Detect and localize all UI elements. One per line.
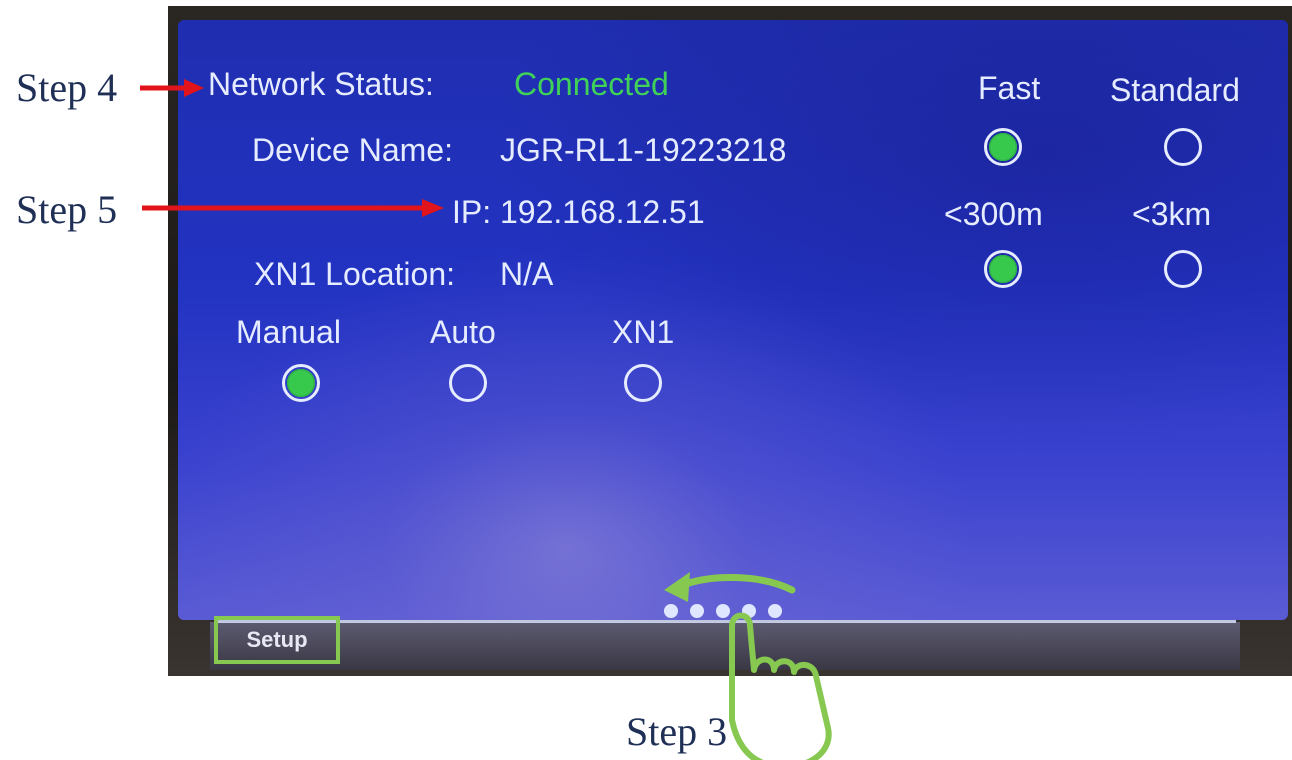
setup-tab-button[interactable]: Setup bbox=[214, 616, 340, 664]
xn1-option-label: XN1 bbox=[612, 314, 675, 350]
device-screen bbox=[178, 20, 1288, 620]
step-4-label: Step 4 bbox=[16, 65, 118, 110]
short-range-radio[interactable] bbox=[984, 250, 1022, 288]
network-status-label: Network Status: bbox=[208, 66, 434, 102]
long-range-option-label: <3km bbox=[1132, 196, 1212, 232]
ip-value: 192.168.12.51 bbox=[500, 194, 705, 230]
swipe-gesture-icon bbox=[664, 572, 832, 760]
device-name-label: Device Name: bbox=[252, 132, 453, 168]
xn1-location-value: N/A bbox=[500, 256, 554, 292]
short-range-option-label: <300m bbox=[944, 196, 1043, 232]
step-5-arrow-icon bbox=[142, 199, 444, 217]
step-4-arrow-icon bbox=[140, 79, 204, 97]
step-5-label: Step 5 bbox=[16, 187, 118, 232]
long-range-radio[interactable] bbox=[1164, 250, 1202, 288]
manual-radio[interactable] bbox=[282, 364, 320, 402]
xn1-location-label: XN1 Location: bbox=[254, 256, 456, 292]
ip-label: IP: bbox=[452, 194, 492, 230]
fast-option-label: Fast bbox=[978, 70, 1041, 106]
standard-option-label: Standard bbox=[1110, 72, 1240, 108]
setup-tab-label: Setup bbox=[246, 627, 308, 652]
standard-radio[interactable] bbox=[1164, 128, 1202, 166]
fast-radio[interactable] bbox=[984, 128, 1022, 166]
xn1-radio[interactable] bbox=[624, 364, 662, 402]
auto-option-label: Auto bbox=[430, 314, 496, 350]
network-status-value: Connected bbox=[514, 66, 669, 102]
manual-option-label: Manual bbox=[236, 314, 341, 350]
device-name-value: JGR-RL1-19223218 bbox=[500, 132, 787, 168]
auto-radio[interactable] bbox=[449, 364, 487, 402]
